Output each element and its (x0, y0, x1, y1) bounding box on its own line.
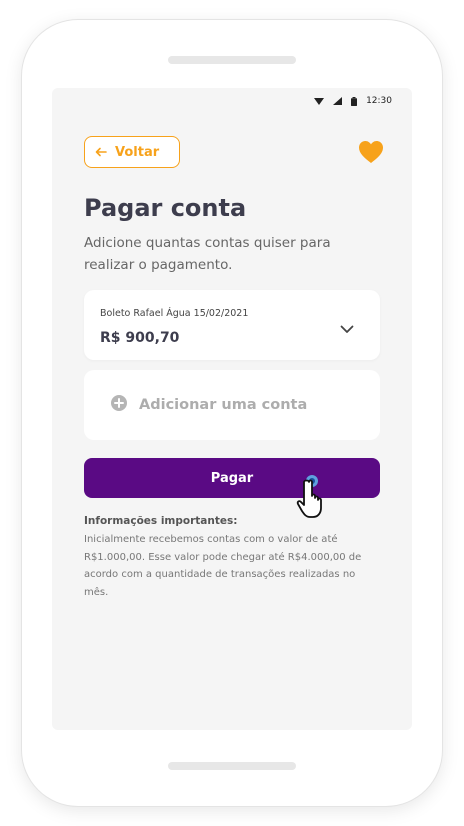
back-button-label: Voltar (115, 144, 160, 160)
wifi-icon (314, 97, 325, 105)
signal-icon (333, 97, 343, 105)
heart-icon[interactable] (358, 140, 384, 168)
phone-frame: 12:30 Voltar Pagar conta Adicione quanta… (22, 20, 442, 806)
info-title: Informações importantes: (84, 515, 238, 527)
phone-speaker (168, 56, 296, 64)
pay-button[interactable]: Pagar (84, 458, 380, 498)
home-indicator (168, 762, 296, 770)
status-bar: 12:30 (314, 94, 392, 108)
bill-select[interactable]: Boleto Rafael Água 15/02/2021 R$ 900,70 (84, 290, 380, 360)
page-subtitle: Adicione quantas contas quiser para real… (84, 235, 331, 273)
app-screen: 12:30 Voltar Pagar conta Adicione quanta… (52, 88, 412, 730)
add-circle-icon (110, 394, 128, 416)
page-title: Pagar conta (84, 194, 247, 222)
back-button[interactable]: Voltar (84, 136, 180, 168)
arrow-left-icon (95, 147, 107, 157)
status-time: 12:30 (366, 96, 392, 106)
add-bill-button[interactable]: Adicionar uma conta (84, 370, 380, 440)
info-text: Inicialmente recebemos contas com o valo… (84, 534, 362, 598)
battery-icon (351, 96, 358, 106)
bill-amount: R$ 900,70 (100, 330, 180, 346)
add-bill-label: Adicionar uma conta (139, 397, 308, 413)
chevron-down-icon[interactable] (340, 319, 354, 338)
bill-description: Boleto Rafael Água 15/02/2021 (100, 308, 249, 319)
hand-cursor-icon (292, 472, 332, 524)
pay-button-label: Pagar (210, 470, 254, 486)
